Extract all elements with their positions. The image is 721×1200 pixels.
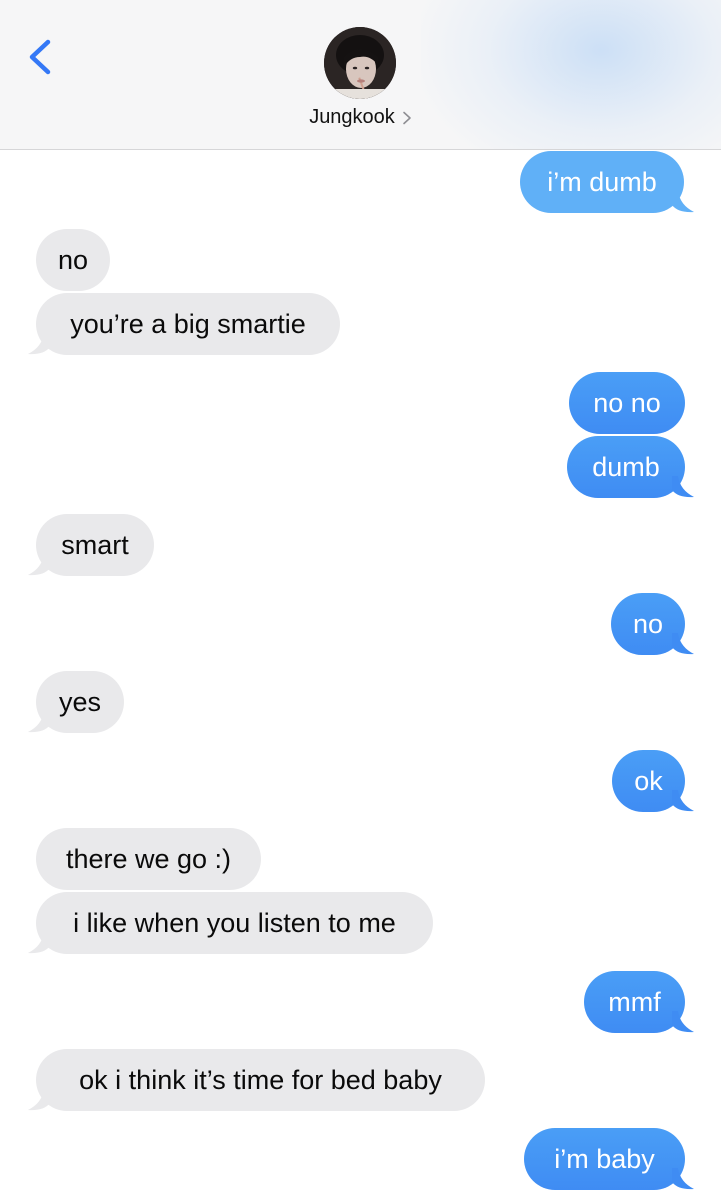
message-text: i’m dumb [547,166,657,197]
message-row: there we go :) [0,828,721,892]
received-bubble[interactable]: smart [36,514,154,576]
message-row: mmf [0,971,721,1035]
received-bubble-tail [28,333,50,355]
received-bubble[interactable]: you’re a big smartie [36,293,340,355]
message-text: no [57,244,89,275]
message-text: no [632,608,664,639]
message-text: i’m baby [554,1143,655,1174]
message-row: ok i think it’s time for bed baby [0,1049,721,1113]
sent-bubble[interactable]: i’m baby [524,1128,685,1190]
message-text: ok i think it’s time for bed baby [79,1064,442,1095]
message-row: i like when you listen to me [0,892,721,956]
chevron-right-icon [403,111,411,124]
message-row: i’m dumb [0,151,721,215]
sent-bubble[interactable]: mmf [584,971,685,1033]
back-button[interactable] [22,34,62,80]
message-row: no no [0,372,721,436]
contact-name: Jungkook [309,106,395,128]
message-text: there we go :) [65,843,232,874]
sent-bubble[interactable]: dumb [567,436,685,498]
message-text: dumb [592,451,660,482]
conversation-header: Jungkook [0,0,721,150]
message-text: ok [634,765,663,796]
received-bubble[interactable]: i like when you listen to me [36,892,433,954]
message-text: you’re a big smartie [70,308,306,339]
message-text: yes [58,686,102,717]
received-bubble-tail [28,932,50,954]
contact-name-button[interactable]: Jungkook [0,106,721,129]
message-row: ok [0,750,721,814]
message-row: yes [0,671,721,735]
received-bubble[interactable]: no [36,229,110,291]
chevron-left-icon [29,39,51,75]
message-row: no [0,593,721,657]
contact-avatar[interactable] [324,27,396,99]
message-text: no no [593,387,661,418]
sent-bubble-tail [672,1011,694,1033]
avatar-photo [324,27,396,99]
received-bubble-tail [28,554,50,576]
message-row: i’m baby [0,1128,721,1192]
sent-bubble[interactable]: no no [569,372,685,434]
sent-bubble-tail [672,1168,694,1190]
message-text: smart [61,529,129,560]
message-row: you’re a big smartie [0,293,721,357]
sent-bubble-tail [672,191,694,213]
sent-bubble[interactable]: i’m dumb [520,151,684,213]
received-bubble-tail [28,711,50,733]
message-text: mmf [608,986,661,1017]
message-row: no [0,229,721,293]
sent-bubble-tail [672,476,694,498]
received-bubble-tail [28,1089,50,1111]
received-bubble[interactable]: ok i think it’s time for bed baby [36,1049,485,1111]
sent-bubble-tail [672,633,694,655]
received-bubble[interactable]: there we go :) [36,828,261,890]
sent-bubble-tail [672,790,694,812]
message-row: smart [0,514,721,578]
message-text: i like when you listen to me [73,907,396,938]
message-row: dumb [0,436,721,500]
